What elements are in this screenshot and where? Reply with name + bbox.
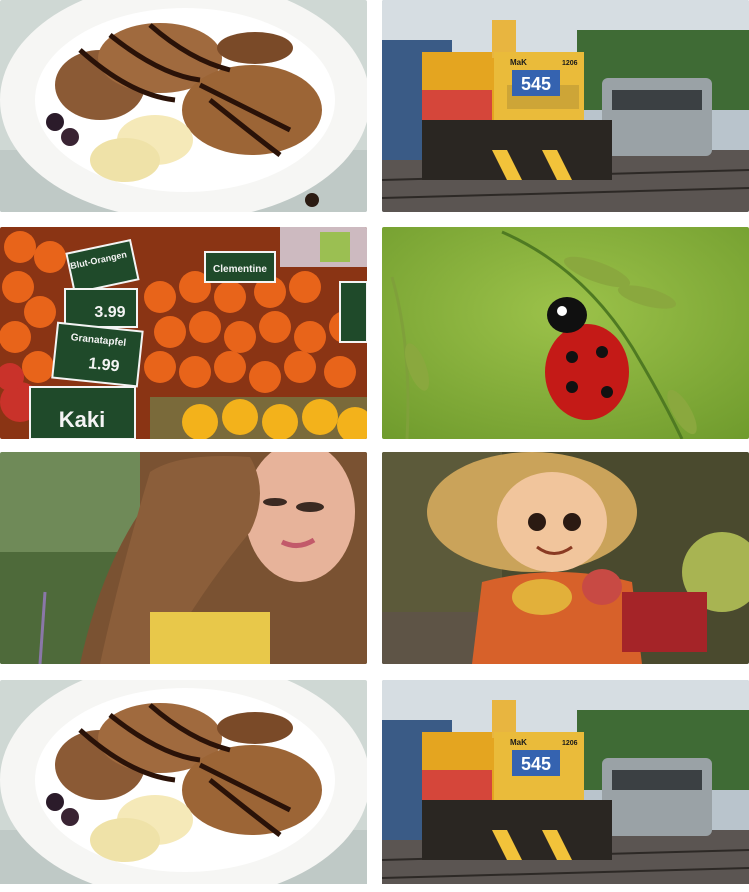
loco-number: 545 — [521, 754, 551, 774]
loco-serial: 1206 — [562, 740, 578, 747]
loco-serial: 1206 — [562, 60, 578, 67]
svg-text:Kaki: Kaki — [59, 407, 105, 432]
pancakes-photo — [0, 0, 367, 212]
loco-brand: MaK — [510, 58, 527, 67]
sign-kaki: Kaki — [29, 386, 136, 439]
loco-number: 545 — [521, 74, 551, 94]
gallery-image-fruit-market[interactable]: Blut-Orangen 3.99 Granatapfel 1.99 Kaki … — [0, 227, 367, 439]
gallery-image-locomotive[interactable]: 545 MaK 1206 — [382, 0, 749, 212]
svg-text:3.99: 3.99 — [94, 304, 125, 321]
gallery-image-pancakes[interactable] — [0, 0, 367, 212]
fruit-market-photo: Blut-Orangen 3.99 Granatapfel 1.99 Kaki … — [0, 227, 367, 439]
ladybug-photo — [382, 227, 749, 439]
locomotive-photo: 545 MaK 1206 — [382, 680, 749, 884]
gallery-image-doll-figurine[interactable] — [382, 452, 749, 664]
pancakes-photo — [0, 680, 367, 884]
gallery-image-pancakes-2[interactable] — [0, 680, 367, 892]
sign-granatapfel: Granatapfel 1.99 — [51, 321, 144, 388]
gallery-image-woman-portrait[interactable] — [0, 452, 367, 664]
doll-figurine-photo — [382, 452, 749, 664]
gallery-image-ladybug[interactable] — [382, 227, 749, 439]
sign-clementine: Clementine — [204, 251, 276, 283]
locomotive-photo: 545 MaK 1206 — [382, 0, 749, 212]
svg-text:Clementine: Clementine — [213, 264, 267, 275]
gallery-image-locomotive-2[interactable]: 545 MaK 1206 — [382, 680, 749, 892]
woman-portrait-photo — [0, 452, 367, 664]
loco-brand: MaK — [510, 738, 527, 747]
sign-blutorange-price: 3.99 — [64, 288, 138, 328]
svg-text:1.99: 1.99 — [87, 355, 120, 375]
